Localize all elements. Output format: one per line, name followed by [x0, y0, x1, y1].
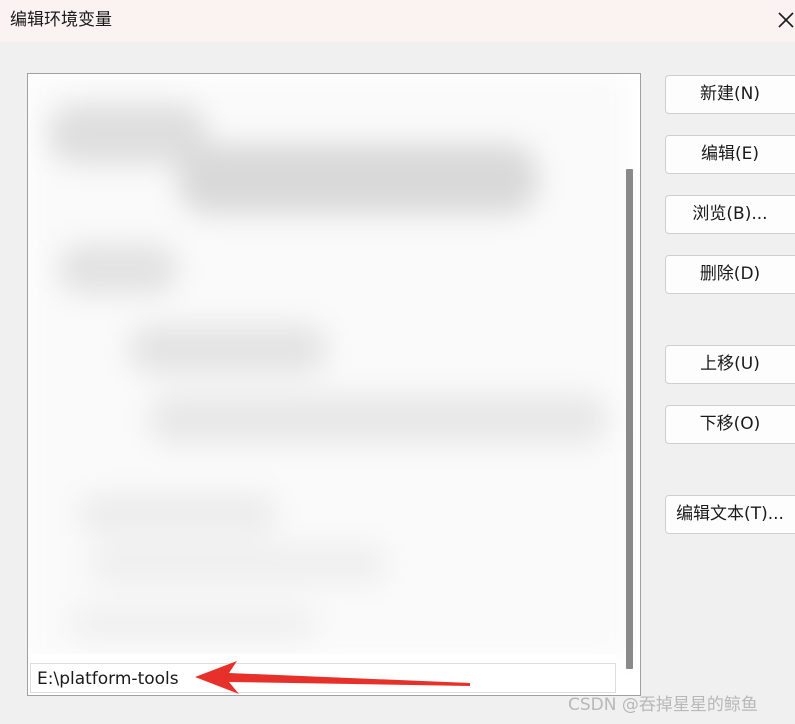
list-item-label: E:\platform-tools [37, 669, 179, 689]
move-up-button[interactable]: 上移(U) [665, 345, 795, 384]
delete-button[interactable]: 删除(D) [665, 255, 795, 294]
close-icon [778, 12, 794, 28]
title-bar: 编辑环境变量 [0, 0, 795, 42]
new-button[interactable]: 新建(N) [665, 75, 795, 114]
path-list[interactable]: E:\platform-tools [27, 73, 641, 696]
edit-button[interactable]: 编辑(E) [665, 135, 795, 174]
red-arrow-icon [195, 661, 470, 694]
close-button[interactable] [775, 4, 795, 36]
edit-text-button[interactable]: 编辑文本(T)... [665, 495, 795, 534]
move-down-button[interactable]: 下移(O) [665, 405, 795, 444]
window-title: 编辑环境变量 [10, 10, 112, 30]
watermark: CSDN @吞掉星星的鲸鱼 [568, 695, 758, 715]
scrollbar[interactable] [626, 169, 633, 669]
blurred-list-entries [28, 74, 628, 659]
browse-button[interactable]: 浏览(B)... [665, 195, 795, 234]
